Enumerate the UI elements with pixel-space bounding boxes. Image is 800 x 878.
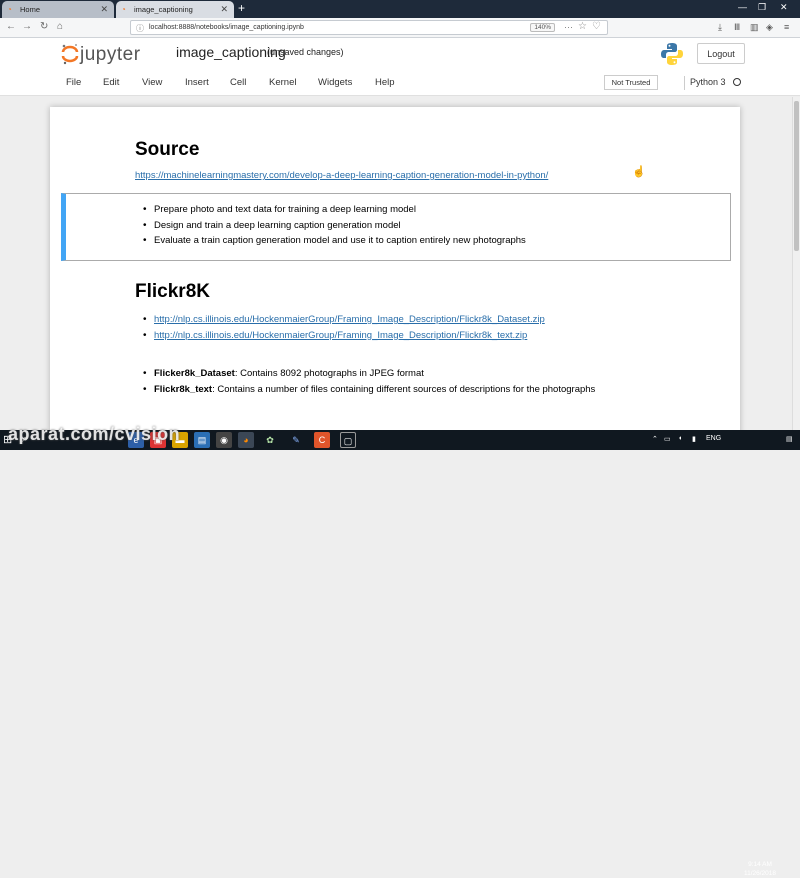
tray-chevron-icon[interactable]: ⌃ bbox=[652, 435, 658, 443]
item-term: Flicker8k_Dataset bbox=[154, 368, 235, 379]
jupyter-wordmark: jupyter bbox=[80, 44, 141, 66]
menubar-divider bbox=[684, 76, 685, 90]
network-icon[interactable]: ▭ bbox=[664, 435, 671, 443]
downloads-icon[interactable]: ⤓ bbox=[718, 22, 722, 33]
menu-cell[interactable]: Cell bbox=[230, 77, 246, 88]
heading-source: Source bbox=[135, 139, 199, 161]
watermark-text: aparat.com/cvision bbox=[8, 424, 180, 445]
logout-button[interactable]: Logout bbox=[697, 43, 745, 64]
list-item: http://nlp.cs.illinois.edu/HockenmaierGr… bbox=[143, 312, 545, 328]
list-item: Flicker8k_Dataset: Contains 8092 photogr… bbox=[143, 366, 595, 382]
tab-label: Home bbox=[20, 5, 40, 14]
browser-tab-home[interactable]: ◔ Home ✕ bbox=[2, 1, 114, 18]
list-item: Evaluate a train caption generation mode… bbox=[143, 233, 526, 249]
volume-icon[interactable]: ◖ bbox=[678, 435, 682, 442]
menu-widgets[interactable]: Widgets bbox=[318, 77, 352, 88]
item-desc: : Contains 8092 photographs in JPEG form… bbox=[235, 368, 424, 379]
maximize-icon[interactable]: ❐ bbox=[758, 2, 766, 13]
url-text: localhost:8888/notebooks/image_captionin… bbox=[149, 24, 304, 31]
reload-icon[interactable]: ↻ bbox=[40, 21, 48, 32]
site-info-icon[interactable]: ⓘ bbox=[136, 23, 144, 34]
app-icon[interactable]: ▢ bbox=[340, 432, 356, 448]
list-item: http://nlp.cs.illinois.edu/HockenmaierGr… bbox=[143, 328, 545, 344]
minimize-icon[interactable]: — bbox=[738, 2, 747, 12]
browser-tab-strip: ◔ Home ✕ ◔ image_captioning ✕ + — ❐ ✕ bbox=[0, 0, 800, 18]
forward-icon[interactable]: → bbox=[22, 21, 32, 32]
zoom-level[interactable]: 140% bbox=[530, 23, 555, 32]
notebook-page: Source https://machinelearningmastery.co… bbox=[50, 107, 740, 437]
flickr-link-list: http://nlp.cs.illinois.edu/HockenmaierGr… bbox=[143, 312, 545, 343]
heading-flickr8k: Flickr8K bbox=[135, 281, 210, 303]
app-icon[interactable]: C bbox=[314, 432, 330, 448]
clock-time: 9:14 AM bbox=[740, 861, 780, 870]
source-link[interactable]: https://machinelearningmastery.com/devel… bbox=[135, 170, 548, 181]
menu-edit[interactable]: Edit bbox=[103, 77, 119, 88]
new-tab-button[interactable]: + bbox=[238, 1, 245, 15]
close-tab-icon[interactable]: ✕ bbox=[100, 4, 108, 15]
notifications-icon[interactable]: ▤ bbox=[786, 435, 793, 443]
home-icon[interactable]: ⌂ bbox=[57, 21, 63, 32]
taskbar-clock[interactable]: 9:14 AM 11/26/2018 bbox=[740, 861, 780, 878]
jupyter-header: jupyter image_captioning (unsaved change… bbox=[0, 38, 800, 70]
tab-label: image_captioning bbox=[134, 5, 193, 14]
browser-tab-image-captioning[interactable]: ◔ image_captioning ✕ bbox=[116, 1, 234, 18]
item-desc: : Contains a number of files containing … bbox=[212, 384, 595, 395]
menu-kernel[interactable]: Kernel bbox=[269, 77, 296, 88]
list-item: Design and train a deep learning caption… bbox=[143, 218, 526, 234]
kernel-idle-indicator-icon bbox=[733, 78, 741, 86]
source-bullet-list: Prepare photo and text data for training… bbox=[143, 202, 526, 249]
trust-button[interactable]: Not Trusted bbox=[604, 75, 658, 90]
back-icon[interactable]: ← bbox=[6, 21, 16, 32]
menu-icon[interactable]: ≡ bbox=[784, 22, 789, 32]
list-item: Prepare photo and text data for training… bbox=[143, 202, 526, 218]
menu-insert[interactable]: Insert bbox=[185, 77, 209, 88]
bookmark-star-icon[interactable]: ☆ bbox=[578, 21, 587, 32]
app-icon[interactable]: ▤ bbox=[194, 432, 210, 448]
shield-icon[interactable]: ◈ bbox=[766, 22, 773, 33]
app-icon[interactable]: ◉ bbox=[216, 432, 232, 448]
app-icon[interactable]: ✿ bbox=[262, 432, 278, 448]
notebook-menubar: File Edit View Insert Cell Kernel Widget… bbox=[0, 70, 800, 96]
library-icon[interactable]: Ⅲ bbox=[734, 22, 740, 33]
autosave-status: (unsaved changes) bbox=[267, 47, 344, 57]
item-term: Flickr8k_text bbox=[154, 384, 212, 395]
close-tab-icon[interactable]: ✕ bbox=[220, 4, 228, 15]
flickr-description-list: Flicker8k_Dataset: Contains 8092 photogr… bbox=[143, 366, 595, 397]
url-input[interactable]: ⓘ localhost:8888/notebooks/image_caption… bbox=[130, 20, 608, 35]
app-icon[interactable]: ✎ bbox=[288, 432, 304, 448]
pocket-icon[interactable]: ♡ bbox=[592, 21, 601, 32]
python-logo-icon bbox=[660, 42, 684, 66]
language-indicator[interactable]: ENG bbox=[706, 435, 721, 442]
jupyter-favicon-icon: ◔ bbox=[121, 5, 130, 14]
page-actions-icon[interactable]: ··· bbox=[564, 22, 573, 32]
browser-address-bar: ← → ↻ ⌂ ⓘ localhost:8888/notebooks/image… bbox=[0, 18, 800, 38]
jupyter-logo-icon[interactable] bbox=[60, 42, 80, 66]
flickr-text-link[interactable]: http://nlp.cs.illinois.edu/HockenmaierGr… bbox=[154, 330, 527, 341]
scrollbar-thumb[interactable] bbox=[794, 101, 799, 251]
list-item: Flickr8k_text: Contains a number of file… bbox=[143, 382, 595, 398]
menu-file[interactable]: File bbox=[66, 77, 81, 88]
mouse-pointer-icon: ☝ bbox=[632, 165, 646, 178]
close-window-icon[interactable]: ✕ bbox=[780, 2, 788, 13]
page-scrollbar[interactable] bbox=[792, 97, 800, 430]
kernel-name: Python 3 bbox=[690, 77, 726, 87]
jupyter-favicon-icon: ◔ bbox=[7, 5, 16, 14]
battery-icon[interactable]: ▮ bbox=[692, 435, 696, 443]
sidebar-icon[interactable]: ▥ bbox=[750, 22, 759, 33]
flickr-dataset-link[interactable]: http://nlp.cs.illinois.edu/HockenmaierGr… bbox=[154, 314, 545, 325]
firefox-app-icon[interactable]: ◕ bbox=[238, 432, 254, 448]
notebook-area: Source https://machinelearningmastery.co… bbox=[0, 97, 800, 430]
menu-help[interactable]: Help bbox=[375, 77, 395, 88]
menu-view[interactable]: View bbox=[142, 77, 162, 88]
clock-date: 11/26/2018 bbox=[740, 870, 780, 878]
